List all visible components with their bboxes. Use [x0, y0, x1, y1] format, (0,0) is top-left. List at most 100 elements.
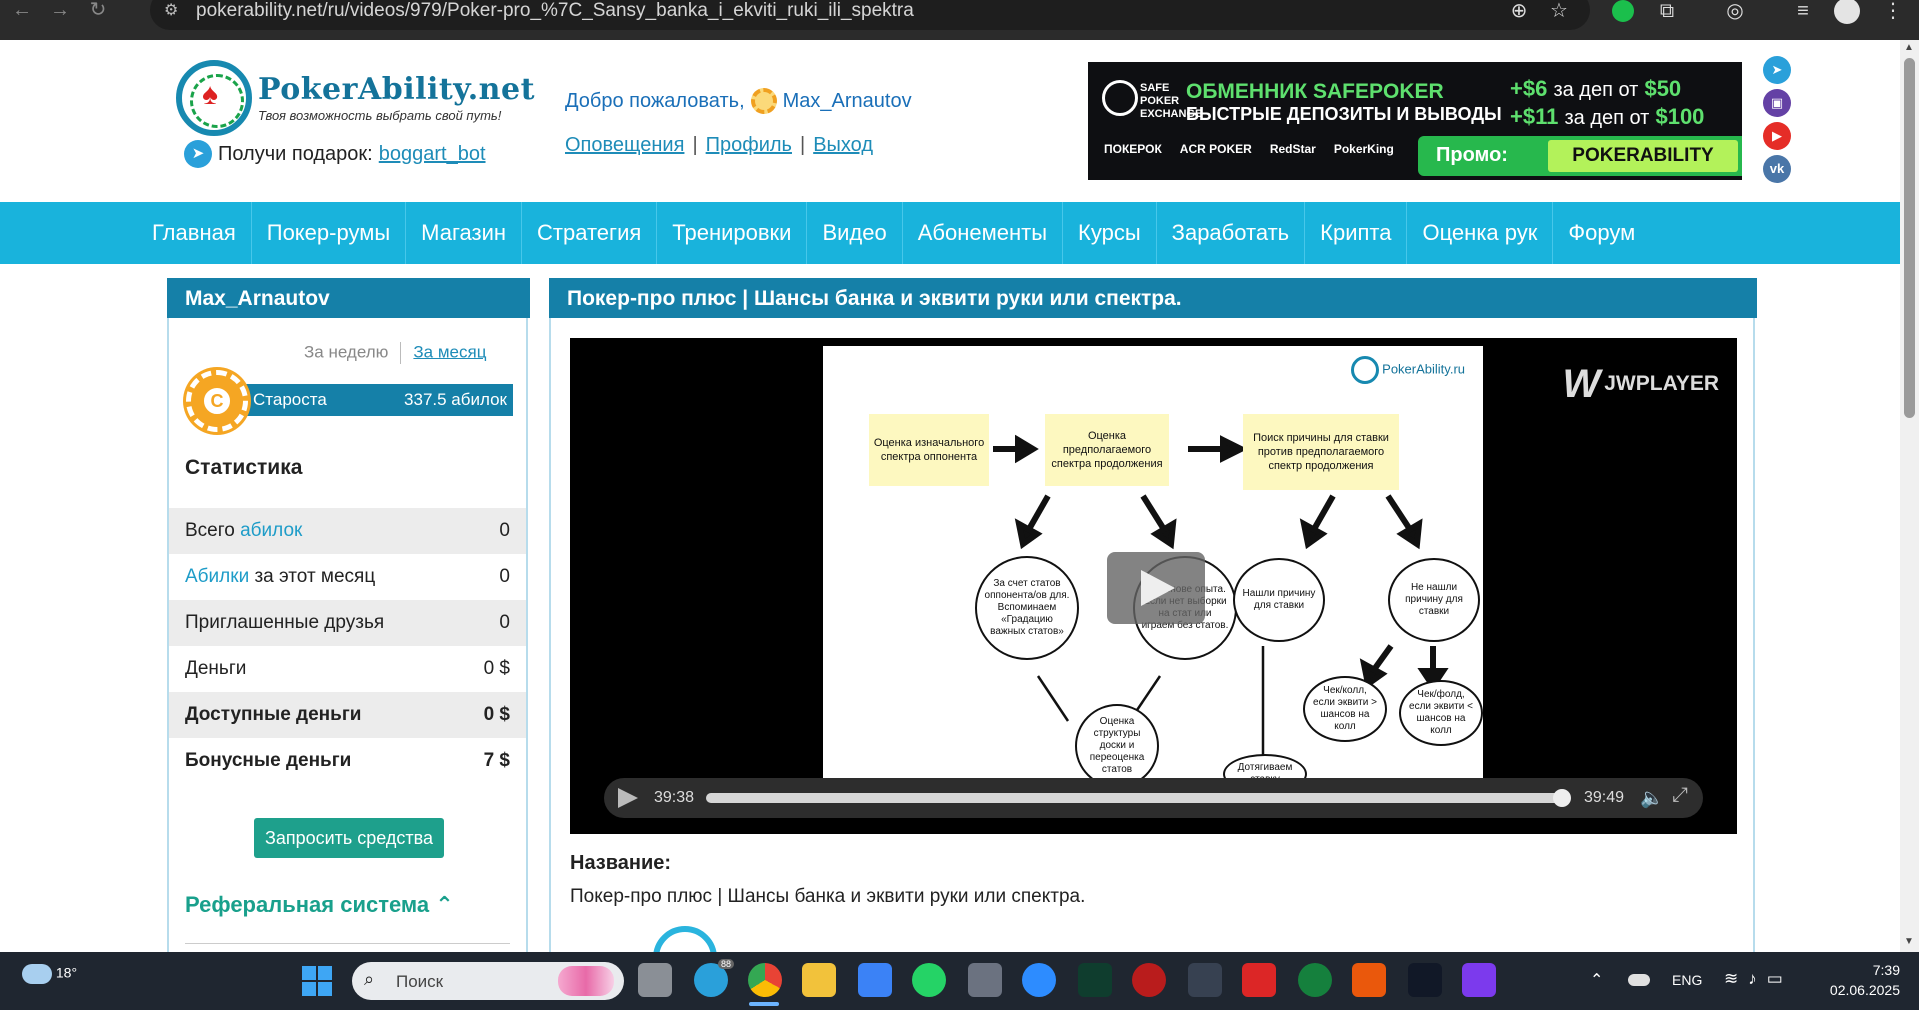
notifications-link[interactable]: Оповещения [565, 134, 684, 156]
stat-value: 7 $ [483, 750, 510, 771]
site-logo[interactable]: PokerAbility.net Твоя возможность выбрат… [176, 58, 534, 138]
stat-label-link[interactable]: Абилки [185, 566, 249, 587]
address-bar[interactable]: ⚙ pokerability.net/ru/videos/979/Poker-p… [150, 0, 1590, 30]
nav-item-hand-review[interactable]: Оценка рук [1407, 202, 1554, 264]
arrow-down-shape [1385, 494, 1414, 533]
logout-link[interactable]: Выход [813, 134, 873, 156]
partner-logo: ПОКЕРОК [1104, 142, 1162, 156]
welcome-username[interactable]: Max_Arnautov [783, 90, 912, 113]
poker-app-icon[interactable] [1132, 963, 1166, 997]
start-button[interactable] [302, 966, 332, 996]
stat-label: Приглашенные друзья [185, 612, 385, 633]
zoom-app-icon[interactable] [1022, 963, 1056, 997]
scroll-down-icon[interactable]: ▼ [1904, 936, 1914, 947]
partner-logo: PokerKing [1333, 142, 1394, 156]
twitch-social-icon[interactable]: ▣ [1763, 89, 1791, 117]
menu-dots-icon[interactable]: ⋮ [1880, 0, 1906, 26]
tab-month[interactable]: За месяц [413, 342, 486, 361]
stat-value: 0 $ [483, 704, 510, 725]
chrome-app-icon[interactable] [748, 963, 782, 997]
profile-avatar[interactable] [1834, 0, 1860, 24]
speaker-icon[interactable]: ♪ [1748, 969, 1767, 988]
vpn-app-icon[interactable] [1462, 963, 1496, 997]
play-overlay-button[interactable] [1107, 552, 1205, 624]
pokerok-app-icon[interactable] [1078, 963, 1112, 997]
stat-row-month: Абилки за этот месяц 0 [169, 554, 526, 600]
nav-item-crypto[interactable]: Крипта [1305, 202, 1408, 264]
site-info-icon[interactable]: ⚙ [164, 0, 184, 20]
play-icon[interactable] [618, 788, 638, 808]
slide-cloud: Чек/колл, если эквити > шансов на колл [1303, 676, 1387, 742]
volume-icon[interactable]: 🔈 [1640, 786, 1664, 810]
wifi-icon[interactable]: ≋ [1724, 969, 1748, 988]
telegram-social-icon[interactable]: ➤ [1763, 56, 1791, 84]
weather-widget[interactable]: 18° [22, 964, 77, 984]
taskbar-search[interactable]: ⌕ Поиск [352, 962, 624, 1000]
referral-toggle[interactable]: Реферальная система ⌃ [185, 892, 454, 918]
telegram-app-icon[interactable] [694, 959, 734, 997]
nav-item-shop[interactable]: Магазин [406, 202, 523, 264]
page-scrollbar[interactable]: ▲ ▼ [1900, 40, 1919, 952]
fullscreen-icon[interactable]: ⤢ [1672, 784, 1688, 807]
nav-item-courses[interactable]: Курсы [1063, 202, 1157, 264]
clock-date[interactable]: 02.06.2025 [1824, 982, 1900, 998]
progress-bar[interactable] [706, 789, 1571, 807]
extension-icon[interactable] [1612, 0, 1634, 22]
reload-icon[interactable]: ↻ [84, 0, 112, 22]
store-icon[interactable] [858, 963, 892, 997]
zoom-icon[interactable]: ⊕ [1506, 0, 1532, 26]
battery-icon[interactable]: ▭ [1767, 969, 1793, 988]
profile-link[interactable]: Профиль [706, 134, 792, 156]
nav-item-training[interactable]: Тренировки [657, 202, 808, 264]
scroll-up-icon[interactable]: ▲ [1904, 42, 1914, 53]
rank-name: Староста [253, 390, 327, 409]
red-app-icon[interactable] [1242, 963, 1276, 997]
stat-label-link[interactable]: абилок [240, 520, 302, 541]
video-panel: Покер-про плюс | Шансы банка и эквити ру… [549, 278, 1757, 990]
vk-social-icon[interactable]: vk [1763, 155, 1791, 183]
jwplayer-logo: W JWPLAYER [1562, 362, 1719, 407]
gift-bot-link[interactable]: boggart_bot [379, 143, 486, 166]
holdem-app-icon[interactable] [1188, 963, 1222, 997]
nav-item-earn[interactable]: Заработать [1157, 202, 1306, 264]
arrow-right-icon[interactable]: → [46, 0, 74, 22]
youtube-social-icon[interactable]: ▶ [1763, 122, 1791, 150]
safepoker-logo: SAFE POKER EXCHANGE [1102, 76, 1202, 122]
url-text[interactable]: pokerability.net/ru/videos/979/Poker-pro… [196, 0, 914, 22]
nav-item-poker-rooms[interactable]: Покер-румы [252, 202, 407, 264]
nav-item-forum[interactable]: Форум [1553, 202, 1650, 264]
progress-knob[interactable] [1552, 789, 1571, 807]
calculator-icon[interactable] [968, 963, 1002, 997]
safepoker-banner[interactable]: SAFE POKER EXCHANGE ОБМЕННИК SAFEPOKER Б… [1088, 62, 1742, 180]
nav-item-home[interactable]: Главная [137, 202, 252, 264]
green-app-icon[interactable] [1298, 963, 1332, 997]
dark-app-icon[interactable] [1408, 963, 1442, 997]
orange-app-icon[interactable] [1352, 963, 1386, 997]
bookmark-star-icon[interactable]: ☆ [1546, 0, 1572, 26]
logo-tagline: Твоя возможность выбрать свой путь! [258, 108, 502, 123]
reading-list-icon[interactable]: ≡ [1790, 0, 1816, 26]
extensions-puzzle-icon[interactable]: ⧉ [1654, 0, 1680, 26]
slide-brand-text: PokerAbility.ru [1382, 361, 1465, 377]
gift-text: Получи подарок: [218, 142, 373, 165]
arrow-left-icon[interactable]: ← [8, 0, 36, 22]
rank-letter: C [201, 385, 233, 417]
tab-week[interactable]: За неделю [304, 342, 388, 361]
nav-item-strategy[interactable]: Стратегия [522, 202, 658, 264]
file-explorer-icon[interactable] [802, 963, 836, 997]
tray-chevron-icon[interactable]: ⌃ [1590, 970, 1603, 990]
video-player[interactable]: PokerAbility.ru Оценка изначального спек… [570, 338, 1737, 834]
stat-label-prefix: Всего [185, 520, 235, 541]
clock-time[interactable]: 7:39 [1840, 962, 1900, 978]
onedrive-icon[interactable] [1628, 974, 1650, 986]
tray-icons[interactable]: ≋♪▭ [1724, 969, 1793, 989]
screenshot-icon[interactable]: ◎ [1722, 0, 1748, 26]
nav-item-subscriptions[interactable]: Абонементы [903, 202, 1064, 264]
scrollbar-thumb[interactable] [1904, 58, 1915, 418]
withdraw-button[interactable]: Запросить средства [254, 818, 444, 858]
task-view-icon[interactable] [638, 963, 672, 997]
language-indicator[interactable]: ENG [1672, 972, 1702, 988]
divider [185, 943, 510, 944]
nav-item-video[interactable]: Видео [807, 202, 903, 264]
whatsapp-icon[interactable] [912, 963, 946, 997]
